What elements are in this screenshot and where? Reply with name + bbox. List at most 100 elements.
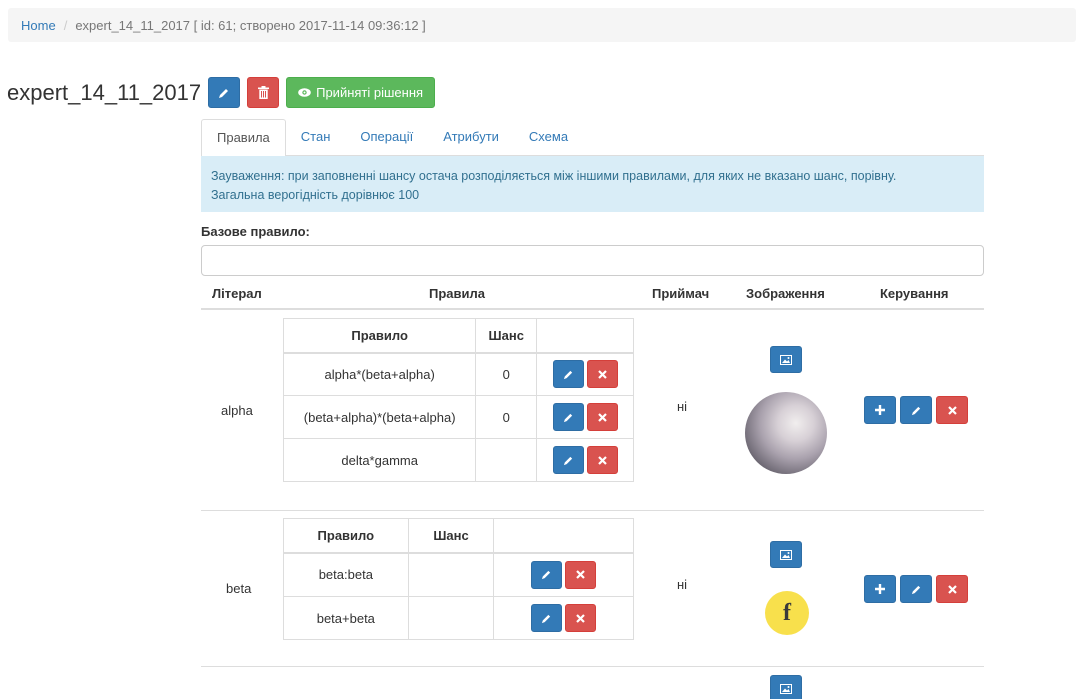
edit-expert-button[interactable]: [208, 77, 241, 108]
actions-cell: [493, 552, 634, 597]
tab-attributes[interactable]: Атрибути: [428, 119, 514, 156]
close-icon: [947, 584, 957, 594]
tab-rules[interactable]: Правила: [201, 119, 286, 157]
literal-beta: beta: [226, 581, 252, 596]
table-row: alpha*(beta+alpha) 0: [282, 352, 634, 396]
pencil-icon: [542, 571, 551, 580]
chance-cell: [407, 596, 495, 640]
upload-image-button[interactable]: [770, 675, 802, 699]
close-icon: [947, 405, 957, 415]
edit-rule-button[interactable]: [552, 446, 584, 474]
close-icon: [597, 412, 607, 422]
actions-header: [536, 318, 634, 354]
tabs: Правила Стан Операції Атрибути Схема: [201, 119, 984, 157]
rule-header: Правило: [282, 318, 477, 354]
row-divider: [201, 510, 984, 511]
pencil-icon: [219, 88, 229, 98]
column-literal: Літерал: [212, 286, 262, 301]
info-alert: Зауваження: при заповненні шансу остача …: [201, 156, 984, 212]
acceptor-value: ні: [677, 399, 688, 414]
table-row: beta+beta: [283, 596, 634, 640]
chance-header: Шанс: [407, 518, 495, 554]
base-rule-input[interactable]: [201, 245, 984, 276]
actions-cell: [493, 596, 634, 640]
delete-literal-button[interactable]: [936, 396, 968, 424]
chance-cell: 0: [475, 352, 538, 396]
table-row: delta*gamma: [282, 438, 634, 482]
tab-operations[interactable]: Операції: [345, 119, 428, 156]
title-row: expert_14_11_2017 Прийняті рішення: [7, 77, 442, 108]
column-image: Зображення: [746, 286, 825, 301]
delete-rule-button[interactable]: [586, 446, 618, 474]
edit-literal-button[interactable]: [900, 575, 932, 603]
rule-cell: beta:beta: [283, 552, 409, 597]
literal-image: [745, 392, 827, 474]
delete-rule-button[interactable]: [586, 360, 618, 389]
chance-header: Шанс: [475, 318, 538, 354]
upload-image-button[interactable]: [770, 346, 802, 373]
image-icon: [780, 354, 792, 365]
rule-cell: (beta+alpha)*(beta+alpha): [282, 395, 477, 439]
pencil-icon: [563, 370, 572, 379]
delete-literal-button[interactable]: [936, 575, 968, 603]
row-controls: [864, 575, 968, 603]
plus-icon: [875, 405, 885, 415]
pencil-icon: [563, 413, 572, 422]
breadcrumb-current: expert_14_11_2017 [ id: 61; створено 201…: [75, 17, 426, 33]
rule-cell: beta+beta: [283, 596, 409, 640]
image-icon: [780, 549, 792, 560]
upload-image-button[interactable]: [770, 541, 802, 568]
accepted-decisions-button[interactable]: Прийняті рішення: [286, 77, 436, 108]
column-rules: Правила: [429, 286, 485, 301]
pencil-icon: [542, 614, 551, 623]
pencil-icon: [563, 456, 572, 465]
actions-cell: [536, 438, 634, 482]
trash-icon: [257, 86, 269, 99]
pencil-icon: [911, 406, 920, 415]
table-row: (beta+alpha)*(beta+alpha) 0: [282, 395, 634, 439]
chance-cell: 0: [475, 395, 538, 439]
close-icon: [576, 613, 585, 623]
tab-state[interactable]: Стан: [286, 119, 346, 156]
close-icon: [597, 455, 607, 465]
edit-rule-button[interactable]: [531, 560, 563, 589]
page-title: expert_14_11_2017: [7, 79, 202, 105]
close-icon: [576, 570, 585, 580]
rule-header: Правило: [283, 518, 409, 554]
accepted-decisions-label: Прийняті рішення: [316, 85, 424, 100]
image-icon: [780, 683, 792, 694]
delete-expert-button[interactable]: [247, 77, 280, 108]
literal-image: f: [765, 591, 809, 635]
edit-rule-button[interactable]: [552, 403, 584, 431]
tab-schema[interactable]: Схема: [514, 119, 583, 156]
plus-icon: [875, 584, 885, 594]
delete-rule-button[interactable]: [565, 604, 597, 632]
rule-cell: alpha*(beta+alpha): [282, 352, 477, 396]
rule-cell: delta*gamma: [282, 438, 477, 482]
close-icon: [597, 369, 607, 379]
column-control: Керування: [880, 286, 949, 301]
add-rule-button[interactable]: [864, 396, 896, 424]
pencil-icon: [911, 585, 920, 594]
facebook-letter: f: [783, 599, 791, 626]
delete-rule-button[interactable]: [586, 403, 618, 431]
delete-rule-button[interactable]: [565, 560, 597, 589]
chance-cell: [407, 552, 495, 597]
actions-cell: [536, 352, 634, 396]
acceptor-value: ні: [677, 577, 688, 592]
add-rule-button[interactable]: [864, 575, 896, 603]
rules-table-beta: Правило Шанс beta:beta beta+beta: [283, 518, 634, 640]
breadcrumb: Home / expert_14_11_2017 [ id: 61; створ…: [8, 8, 1076, 42]
breadcrumb-home-link[interactable]: Home: [21, 18, 56, 33]
chance-cell: [475, 438, 538, 482]
main-table-header: Літерал Правила Приймач Зображення Керув…: [201, 276, 984, 310]
breadcrumb-separator: /: [63, 17, 68, 33]
table-row: beta:beta: [283, 552, 634, 597]
alert-line-1: Зауваження: при заповненні шансу остача …: [211, 169, 897, 183]
edit-rule-button[interactable]: [552, 360, 584, 389]
column-acceptor: Приймач: [652, 286, 710, 301]
base-rule-label: Базове правило:: [201, 224, 310, 239]
edit-rule-button[interactable]: [531, 604, 563, 632]
eye-icon: [298, 88, 311, 97]
edit-literal-button[interactable]: [900, 396, 932, 424]
